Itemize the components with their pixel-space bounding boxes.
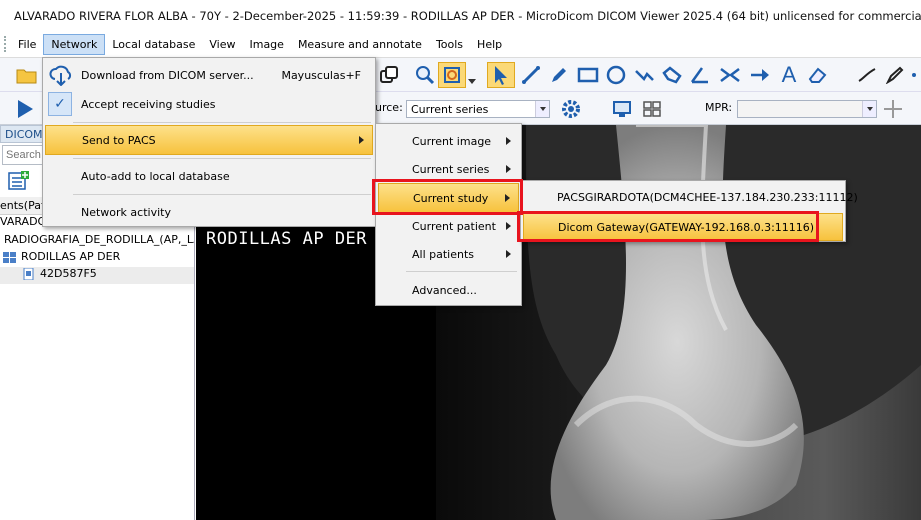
mpr-label: MPR: bbox=[705, 101, 733, 114]
network-menu: Download from DICOM server... Mayusculas… bbox=[42, 57, 376, 227]
download-cloud-icon bbox=[48, 63, 74, 87]
menu-network-activity[interactable]: Network activity bbox=[45, 197, 373, 227]
cobb-angle-tool-icon[interactable] bbox=[718, 64, 742, 86]
mpr-dropdown-icon[interactable] bbox=[862, 101, 876, 117]
menu-help[interactable]: Help bbox=[470, 35, 509, 54]
source-label: urce: bbox=[375, 101, 403, 114]
dicom-tab[interactable]: DICOM bbox=[0, 125, 45, 143]
source-combo[interactable]: Current series bbox=[406, 100, 550, 118]
crosshair-icon[interactable] bbox=[882, 98, 904, 120]
menu-current-series[interactable]: Current series bbox=[378, 154, 519, 184]
menu-image[interactable]: Image bbox=[242, 35, 290, 54]
ellipse-tool-icon[interactable] bbox=[604, 64, 628, 86]
pacs-destination-submenu: PACSGIRARDOTA(DCM4CHEE-137.184.230.233:1… bbox=[520, 180, 858, 242]
menu-separator bbox=[406, 271, 517, 272]
closed-polygon-tool-icon[interactable] bbox=[660, 64, 684, 86]
menu-separator bbox=[73, 158, 371, 159]
text-tool-icon[interactable]: A bbox=[778, 62, 800, 87]
image-icon bbox=[22, 267, 36, 281]
submenu-arrow-icon bbox=[506, 137, 511, 145]
menu-local-database[interactable]: Local database bbox=[105, 35, 202, 54]
checkmark-icon: ✓ bbox=[48, 92, 72, 116]
pencil-tool-icon[interactable] bbox=[548, 64, 570, 86]
tree-row-label: RADIOGRAFIA_DE_RODILLA_(AP,_LAT bbox=[4, 233, 194, 246]
menu-accept-receiving-studies[interactable]: ✓ Accept receiving studies bbox=[45, 89, 373, 119]
submenu-arrow-icon bbox=[506, 250, 511, 258]
copy-icon[interactable] bbox=[378, 64, 400, 86]
send-to-pacs-submenu: Current image Current series Current stu… bbox=[375, 123, 522, 306]
line-tool-icon[interactable] bbox=[520, 64, 542, 86]
angle-tool-icon[interactable] bbox=[688, 64, 712, 86]
source-combo-value: Current series bbox=[411, 103, 489, 116]
menubar-grip bbox=[4, 36, 7, 52]
polygon-tool-icon[interactable] bbox=[632, 64, 656, 86]
source-dropdown-icon[interactable] bbox=[535, 101, 549, 117]
submenu-arrow-icon bbox=[359, 136, 364, 144]
series-icon bbox=[3, 251, 17, 263]
zoom-actual-size-icon[interactable] bbox=[414, 64, 436, 86]
submenu-arrow-icon bbox=[505, 194, 510, 202]
microdicom-window: ALVARADO RIVERA FLOR ALBA - 70Y - 2-Dece… bbox=[0, 0, 921, 520]
more-tools-icon[interactable] bbox=[908, 64, 920, 86]
settings-gear-icon[interactable] bbox=[558, 97, 584, 121]
arrow-tool-icon[interactable] bbox=[748, 64, 772, 86]
tree-row-study[interactable]: RADIOGRAFIA_DE_RODILLA_(AP,_LAT bbox=[0, 233, 194, 250]
menu-download-from-dicom-server[interactable]: Download from DICOM server... Mayusculas… bbox=[45, 60, 373, 90]
tree-row-series[interactable]: RODILLAS AP DER bbox=[0, 250, 194, 267]
menu-network[interactable]: Network bbox=[43, 33, 106, 55]
menu-tools[interactable]: Tools bbox=[429, 35, 470, 54]
menu-auto-add-to-local-database[interactable]: Auto-add to local database bbox=[45, 161, 373, 191]
menu-current-study[interactable]: Current study bbox=[378, 183, 519, 213]
monitor-layout-icon[interactable] bbox=[610, 98, 634, 120]
pointer-tool-icon[interactable] bbox=[487, 62, 515, 88]
tree-row-label: RODILLAS AP DER bbox=[21, 250, 121, 263]
play-icon[interactable] bbox=[14, 98, 36, 120]
submenu-arrow-icon bbox=[506, 222, 511, 230]
menu-all-patients[interactable]: All patients bbox=[378, 239, 519, 269]
menu-pacs-girardota[interactable]: PACSGIRARDOTA(DCM4CHEE-137.184.230.233:1… bbox=[523, 183, 858, 211]
menu-send-to-pacs[interactable]: Send to PACS bbox=[45, 125, 373, 155]
submenu-arrow-icon bbox=[506, 165, 511, 173]
tree-row-image[interactable]: 42D587F5 bbox=[0, 267, 194, 284]
tree-row-label: 42D587F5 bbox=[40, 267, 97, 280]
menu-current-image[interactable]: Current image bbox=[378, 126, 519, 156]
menu-view[interactable]: View bbox=[202, 35, 242, 54]
mpr-combo[interactable] bbox=[737, 100, 877, 118]
menu-dicom-gateway[interactable]: Dicom Gateway(GATEWAY-192.168.0.3:11116) bbox=[523, 213, 843, 241]
tree-row-label: VARADO bbox=[0, 215, 47, 228]
menu-separator bbox=[73, 122, 371, 123]
annotation-pen-icon[interactable] bbox=[884, 64, 906, 86]
eraser-tool-icon[interactable] bbox=[806, 64, 828, 86]
open-folder-icon[interactable] bbox=[16, 65, 38, 85]
grid-layout-icon[interactable] bbox=[640, 98, 664, 120]
menu-current-patient[interactable]: Current patient bbox=[378, 211, 519, 241]
window-title: ALVARADO RIVERA FLOR ALBA - 70Y - 2-Dece… bbox=[14, 8, 921, 23]
menu-measure-and-annotate[interactable]: Measure and annotate bbox=[291, 35, 429, 54]
fit-to-window-icon[interactable] bbox=[438, 62, 466, 88]
add-to-list-icon[interactable] bbox=[6, 170, 32, 192]
title-bar: ALVARADO RIVERA FLOR ALBA - 70Y - 2-Dece… bbox=[0, 0, 921, 31]
measure-line-icon[interactable] bbox=[856, 64, 878, 86]
menu-advanced[interactable]: Advanced... bbox=[378, 275, 519, 305]
rectangle-tool-icon[interactable] bbox=[576, 64, 600, 86]
menu-separator bbox=[73, 194, 371, 195]
menu-file[interactable]: File bbox=[11, 35, 43, 54]
zoom-dropdown-icon[interactable] bbox=[468, 78, 476, 86]
menu-bar: File Network Local database View Image M… bbox=[0, 31, 921, 58]
viewport-series-overlay: RODILLAS AP DER bbox=[206, 229, 368, 249]
